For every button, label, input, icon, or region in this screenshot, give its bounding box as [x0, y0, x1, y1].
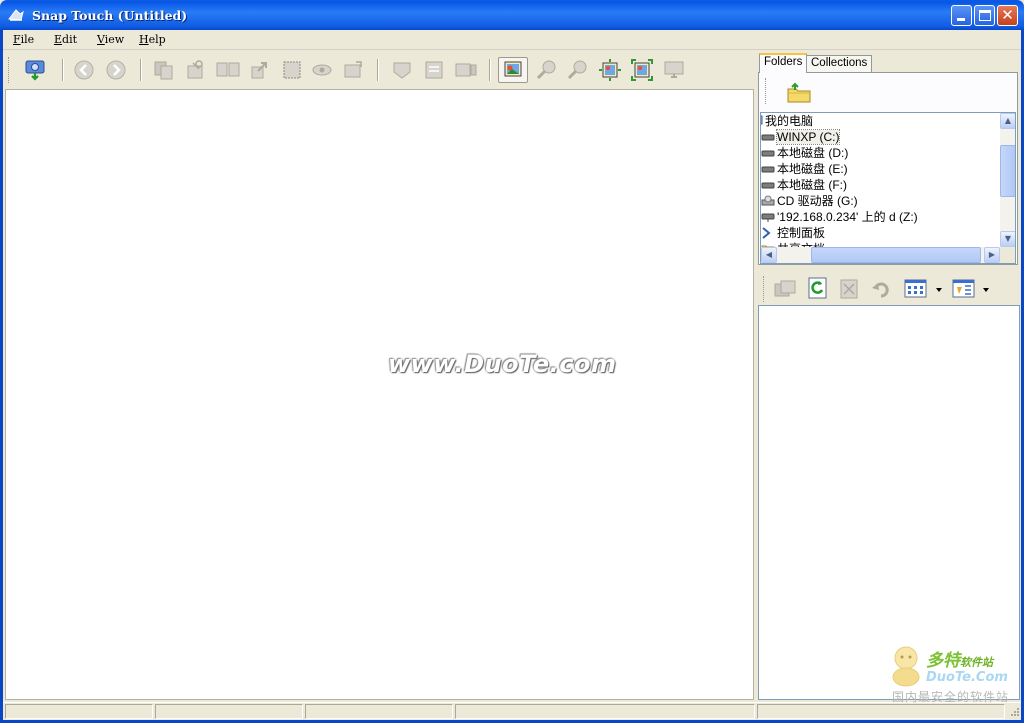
- refresh-icon[interactable]: [807, 277, 829, 299]
- scroll-up-icon[interactable]: ▲: [1000, 113, 1015, 129]
- view-icon[interactable]: [311, 59, 333, 81]
- delete-icon[interactable]: [839, 278, 861, 300]
- toolbar-separator: [489, 59, 491, 81]
- tree-item-control-panel[interactable]: 控制面板: [761, 225, 825, 241]
- status-cell: [155, 704, 303, 719]
- view-mode-dropdown-icon[interactable]: [935, 284, 943, 292]
- menu-edit[interactable]: Edit: [54, 33, 77, 46]
- vertical-scroll-thumb[interactable]: [1000, 145, 1015, 197]
- copy-icon[interactable]: [153, 59, 175, 81]
- logo-site: DuoTe.Com: [926, 670, 1008, 685]
- tab-folders[interactable]: Folders: [759, 53, 808, 73]
- tree-item-network-drive-z[interactable]: '192.168.0.234' 上的 d (Z:): [761, 209, 918, 225]
- title-bar[interactable]: Snap Touch (Untitled) ✕: [0, 0, 1024, 30]
- scroll-right-icon[interactable]: ▶: [984, 247, 1000, 263]
- menu-file[interactable]: File: [13, 33, 34, 46]
- print-icon[interactable]: [423, 59, 445, 81]
- folders-tab-body: 我的电脑 WINXP (C:) 本地磁盘 (D:) 本地磁盘 (E:) 本地磁盘…: [758, 72, 1018, 265]
- scroll-down-icon[interactable]: ▼: [1000, 231, 1015, 247]
- minimize-icon: [957, 18, 965, 21]
- menu-bar: File Edit View Help: [3, 30, 1021, 50]
- image-viewer-pane[interactable]: [5, 89, 754, 700]
- duote-logo: 多特软件站 DuoTe.Com 国内最安全的软件站: [888, 644, 1020, 706]
- tree-item-cd-drive-g[interactable]: CD 驱动器 (G:): [761, 193, 858, 209]
- toolbar-grip[interactable]: [8, 57, 11, 83]
- status-cell: [455, 704, 755, 719]
- toolbar-separator: [377, 59, 379, 81]
- app-icon: [7, 7, 25, 23]
- slideshow-icon[interactable]: [454, 59, 477, 81]
- sort-icon[interactable]: [952, 278, 975, 300]
- tree-horizontal-scrollbar[interactable]: ◀ ▶: [761, 247, 1000, 263]
- minimize-button[interactable]: [951, 5, 972, 26]
- resize-grip-icon[interactable]: [1008, 705, 1020, 719]
- tree-item-drive-f[interactable]: 本地磁盘 (F:): [761, 177, 847, 193]
- drive-icon: [761, 179, 775, 191]
- scroll-left-icon[interactable]: ◀: [761, 247, 777, 263]
- folder-tree[interactable]: 我的电脑 WINXP (C:) 本地磁盘 (D:) 本地磁盘 (E:) 本地磁盘…: [760, 112, 1016, 264]
- close-button[interactable]: ✕: [997, 5, 1018, 26]
- crop-icon[interactable]: [342, 59, 364, 81]
- status-cell: [757, 704, 1005, 719]
- save-icon[interactable]: [391, 59, 413, 81]
- toolbar-separator: [62, 59, 64, 81]
- status-bar: [3, 702, 1021, 720]
- drive-icon: [761, 131, 775, 143]
- drive-icon: [761, 147, 775, 159]
- tab-collections[interactable]: Collections: [806, 55, 873, 72]
- tree-item-drive-c[interactable]: WINXP (C:): [761, 129, 841, 145]
- cd-drive-icon: [761, 195, 775, 207]
- toolbar-separator: [140, 59, 142, 81]
- menu-help[interactable]: Help: [139, 33, 166, 46]
- view-mode-icon[interactable]: [904, 278, 927, 300]
- copy-icon[interactable]: [773, 278, 796, 300]
- side-panel-tabs: Folders Collections: [758, 53, 1020, 73]
- logo-brand: 多特软件站: [926, 651, 993, 671]
- scrollbar-corner: [1000, 247, 1015, 263]
- acquire-icon[interactable]: [24, 58, 46, 81]
- full-screen-icon[interactable]: [630, 58, 653, 81]
- folder-up-icon[interactable]: [786, 81, 811, 103]
- toolbar-grip[interactable]: [765, 78, 768, 104]
- folders-toolbar: [759, 73, 1017, 111]
- sort-dropdown-icon[interactable]: [982, 284, 990, 292]
- computer-icon: [761, 115, 763, 127]
- maximize-icon: [979, 10, 991, 21]
- export-icon[interactable]: [249, 59, 271, 81]
- monitor-icon[interactable]: [663, 59, 685, 81]
- forward-icon[interactable]: [105, 59, 127, 81]
- toolbar-grip[interactable]: [763, 276, 766, 302]
- cut-icon[interactable]: [185, 59, 207, 81]
- mascot-icon: [892, 646, 920, 687]
- close-icon: ✕: [1001, 6, 1014, 24]
- main-toolbar: [5, 52, 753, 88]
- tree-vertical-scrollbar[interactable]: ▲ ▼: [1000, 113, 1015, 247]
- watermark-text: www.DuoTe.com: [388, 350, 617, 378]
- window-title: Snap Touch (Untitled): [32, 8, 188, 23]
- status-cell: [5, 704, 153, 719]
- fit-image-icon[interactable]: [498, 57, 528, 83]
- compare-icon[interactable]: [216, 59, 240, 81]
- select-icon[interactable]: [281, 59, 303, 81]
- undo-icon[interactable]: [871, 279, 893, 301]
- status-cell: [305, 704, 453, 719]
- zoom-out-icon[interactable]: [566, 59, 588, 81]
- logo-tagline: 国内最安全的软件站: [892, 690, 1010, 704]
- tree-item-drive-d[interactable]: 本地磁盘 (D:): [761, 145, 848, 161]
- tree-item-drive-e[interactable]: 本地磁盘 (E:): [761, 161, 848, 177]
- control-panel-icon: [761, 227, 775, 239]
- actual-size-icon[interactable]: [598, 58, 621, 81]
- horizontal-scroll-thumb[interactable]: [811, 247, 981, 263]
- network-drive-icon: [761, 211, 775, 223]
- zoom-in-icon[interactable]: [535, 59, 557, 81]
- back-icon[interactable]: [73, 59, 95, 81]
- drive-icon: [761, 163, 775, 175]
- window-border-left: [0, 30, 3, 723]
- menu-view[interactable]: View: [97, 33, 124, 46]
- maximize-button[interactable]: [974, 5, 995, 26]
- tree-item-my-computer[interactable]: 我的电脑: [761, 113, 813, 129]
- file-list-toolbar: [758, 270, 1020, 304]
- file-list-pane[interactable]: [758, 305, 1020, 700]
